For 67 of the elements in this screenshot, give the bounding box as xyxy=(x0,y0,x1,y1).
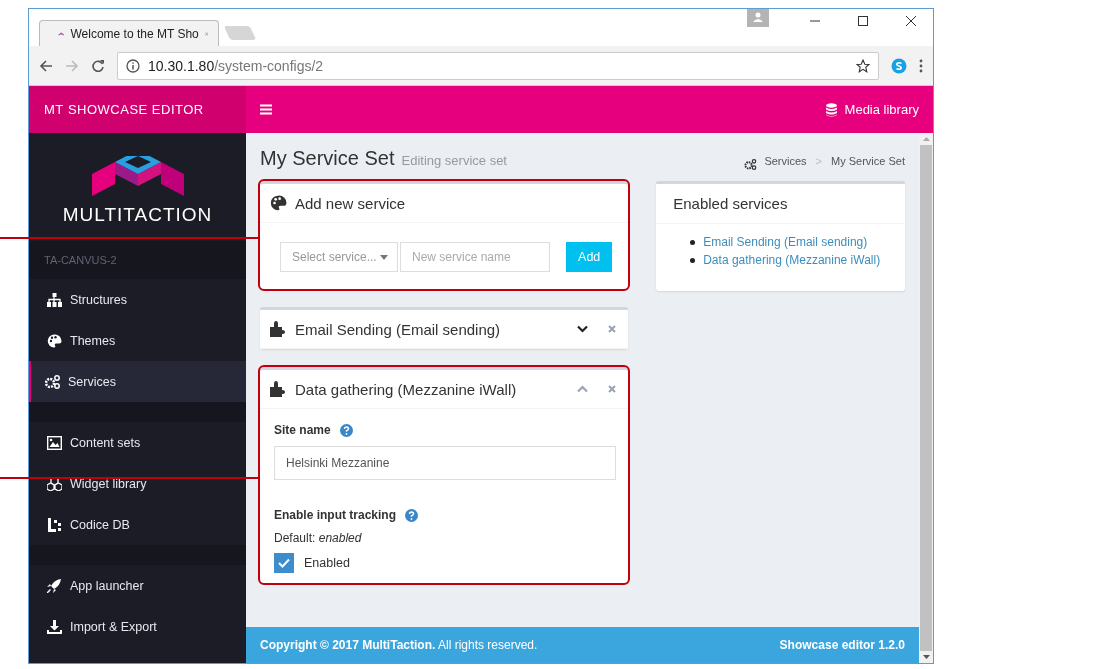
field-label: Enable input tracking xyxy=(274,508,396,522)
help-icon[interactable] xyxy=(405,508,418,522)
checkbox-label: Enabled xyxy=(304,556,350,570)
user-icon[interactable] xyxy=(747,9,769,27)
sidebar-item[interactable]: Services xyxy=(29,361,246,402)
palette-icon xyxy=(270,195,287,211)
service-link[interactable]: Data gathering (Mezzanine iWall) xyxy=(703,251,881,269)
page-subtitle: Editing service set xyxy=(401,153,507,168)
card-title: Add new service xyxy=(295,194,406,212)
sidebar-item[interactable]: Content sets xyxy=(29,422,246,463)
sidebar-item[interactable]: Codice DB xyxy=(29,504,246,545)
copyright-text: Copyright © 2017 MultiTaction. All rights reserved. xyxy=(260,638,538,652)
scroll-up-icon[interactable] xyxy=(922,137,930,141)
puzzle-icon xyxy=(270,381,287,397)
checkbox[interactable] xyxy=(274,553,294,573)
address-bar[interactable]: 10.30.1.80/system-configs/2 xyxy=(117,51,879,80)
puzzle-icon xyxy=(270,321,287,337)
default-note: Default: enabled xyxy=(274,531,363,545)
back-icon[interactable] xyxy=(39,58,53,73)
brand-logo-text: MULTITACTION xyxy=(62,204,213,226)
image-icon xyxy=(47,435,62,450)
device-name: TA-CANVUS-2 xyxy=(29,241,246,279)
brand-bar: MT SHOWCASE EDITOR xyxy=(29,86,246,133)
bullet-icon xyxy=(690,239,696,245)
bullet-icon xyxy=(690,257,696,263)
rocket-icon xyxy=(47,578,62,593)
card-title: Email Sending (Email sending) xyxy=(295,320,501,338)
menu-icon[interactable] xyxy=(919,58,923,73)
cubes-icon xyxy=(47,476,62,491)
card-title: Data gathering (Mezzanine iWall) xyxy=(295,380,517,398)
version-text: Showcase editor 1.2.0 xyxy=(779,638,905,652)
close-icon[interactable] xyxy=(905,15,917,27)
palette-icon xyxy=(47,333,62,348)
info-icon xyxy=(126,58,140,73)
menu-icon[interactable] xyxy=(260,104,272,115)
scrollbar[interactable] xyxy=(919,133,933,663)
star-icon[interactable] xyxy=(856,58,870,73)
logo-icon xyxy=(91,156,184,196)
collapse-icon[interactable] xyxy=(577,385,589,393)
card-title: Enabled services xyxy=(673,195,788,212)
breadcrumb-link[interactable]: Services xyxy=(764,155,807,167)
service-link[interactable]: Email Sending (Email sending) xyxy=(703,233,868,251)
sidebar-item[interactable]: Widget library xyxy=(29,463,246,504)
sidebar-item[interactable]: Structures xyxy=(29,279,246,320)
scroll-down-icon[interactable] xyxy=(922,655,930,659)
maximize-icon[interactable] xyxy=(857,15,869,27)
page-title: My Service Set xyxy=(260,147,395,170)
expand-icon[interactable] xyxy=(577,325,589,333)
sidebar-item[interactable]: Import & Export xyxy=(29,606,246,647)
gears-icon xyxy=(45,374,60,389)
download-icon xyxy=(47,619,62,634)
extension-icon[interactable] xyxy=(891,57,907,74)
field-label: Site name xyxy=(274,423,331,437)
media-library-link[interactable]: Media library xyxy=(825,102,919,117)
gears-icon xyxy=(744,158,758,170)
reload-icon[interactable] xyxy=(91,58,105,73)
site-name-field[interactable]: Helsinki Mezzanine xyxy=(274,446,617,480)
caret-icon xyxy=(380,254,388,260)
hierarchy-icon xyxy=(47,292,62,307)
browser-tab[interactable]: Welcome to the MT Sho xyxy=(39,20,219,46)
service-name-field[interactable]: New service name xyxy=(400,242,550,272)
sidebar-item[interactable]: App launcher xyxy=(29,565,246,606)
breadcrumb-current: My Service Set xyxy=(831,155,905,167)
sidebar-item[interactable]: Themes xyxy=(29,320,246,361)
breadcrumb-separator: > xyxy=(815,155,823,167)
help-icon[interactable] xyxy=(339,423,353,437)
check-icon xyxy=(278,558,290,568)
